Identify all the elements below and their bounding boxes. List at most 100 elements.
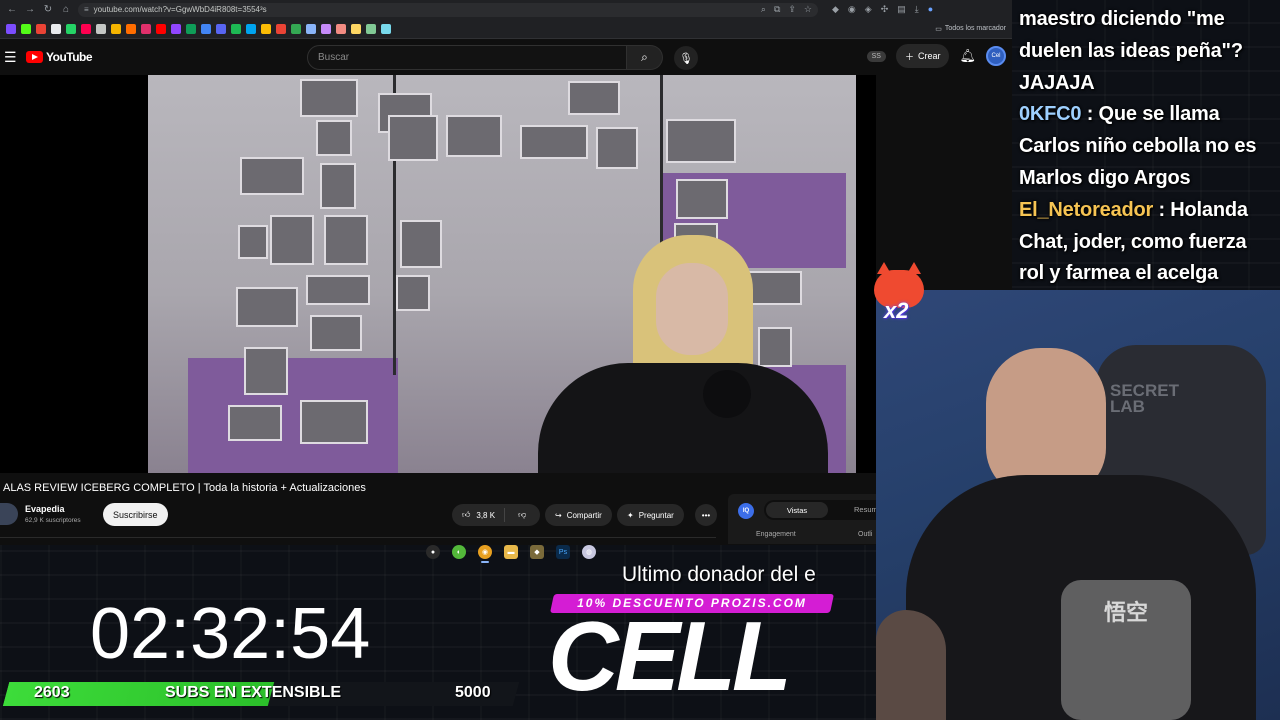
install-icon[interactable]: ⧉	[774, 4, 780, 15]
analytics-logo[interactable]: IQ	[738, 503, 754, 519]
url-text[interactable]: youtube.com/watch?v=GgwWbD4iR808t=3554³s	[94, 5, 267, 14]
hamburger-menu-icon[interactable]: ☰	[4, 49, 20, 66]
zoom-icon[interactable]: ⌕	[761, 4, 766, 15]
reload-icon[interactable]: ↻	[42, 4, 54, 15]
bookmark-icon[interactable]	[381, 23, 391, 34]
bookmark-icon[interactable]	[201, 23, 211, 34]
chat-username: 0KFC0	[1019, 103, 1082, 126]
ss-badge[interactable]: SS	[866, 50, 886, 62]
bookmark-icon[interactable]	[186, 23, 196, 34]
share-button[interactable]: ↪ Compartir	[545, 504, 612, 526]
forward-icon[interactable]: →	[24, 4, 36, 15]
last-donor-name: CELL	[548, 601, 792, 711]
bookmark-icon[interactable]	[336, 23, 346, 34]
host-microphone	[703, 370, 751, 418]
create-button[interactable]: ＋ Crear	[895, 44, 950, 68]
bookmark-icon[interactable]	[231, 23, 241, 34]
more-actions-button[interactable]: •••	[695, 504, 717, 526]
chat-message: maestro diciendo "me duelen las ideas pe…	[1019, 4, 1274, 99]
bookmark-icon[interactable]	[96, 23, 106, 34]
account-avatar[interactable]: Cel	[986, 46, 1006, 66]
multiplier-text: x2	[884, 298, 909, 323]
bookmark-icon[interactable]	[216, 23, 226, 34]
like-button[interactable]: 👍︎ 3,8 K	[452, 508, 506, 522]
wall-photo	[300, 400, 368, 444]
bookmark-icon[interactable]	[36, 23, 46, 34]
sparkle-icon: ✦	[627, 510, 634, 520]
wall-photo	[244, 347, 288, 395]
voice-search-button[interactable]: 🎙	[674, 46, 698, 70]
home-icon[interactable]: ⌂	[60, 4, 72, 15]
bookmark-icon[interactable]	[171, 23, 181, 34]
subscribe-button[interactable]: Suscribirse	[103, 503, 168, 526]
download-icon[interactable]: ⤓	[915, 4, 919, 15]
share-page-icon[interactable]: ⇪	[788, 4, 796, 15]
streamer-webcam: SECRET LAB 悟空	[876, 290, 1280, 720]
bookmark-icon[interactable]	[261, 23, 271, 34]
bookmark-icon[interactable]	[126, 23, 136, 34]
outline-label: Outli	[858, 531, 873, 538]
channel-avatar[interactable]	[0, 503, 18, 525]
taskbar: ● ◐ ◉ ▬ ◆ Ps ◍	[420, 542, 610, 563]
subs-goal-label: SUBS EN EXTENSIBLE	[165, 684, 342, 701]
tab-resumen[interactable]: Resum	[854, 505, 876, 514]
extension-icon-2[interactable]: ◉	[848, 4, 856, 15]
stream-scene: ← → ↻ ⌂ ≡ youtube.com/watch?v=GgwWbD4iR8…	[0, 0, 1280, 720]
wall-photo	[236, 287, 298, 327]
wall-photo	[400, 220, 442, 268]
bookmark-icon[interactable]	[66, 23, 76, 34]
taskbar-photoshop-icon[interactable]: Ps	[556, 545, 570, 559]
bookmark-star-icon[interactable]: ☆	[804, 4, 812, 15]
url-bar[interactable]: ≡ youtube.com/watch?v=GgwWbD4iR808t=3554…	[78, 2, 818, 17]
bookmark-icon[interactable]	[156, 23, 166, 34]
youtube-play-icon	[26, 51, 43, 63]
host-face	[656, 263, 728, 355]
bookmark-icon[interactable]	[141, 23, 151, 34]
bookmark-icon[interactable]	[111, 23, 121, 34]
divider	[0, 537, 716, 538]
host-shirt	[538, 363, 828, 473]
extension-icon-3[interactable]: ◈	[865, 4, 872, 15]
channel-row: Evapedia 62,9 K suscriptores Suscribirse…	[0, 500, 720, 530]
bookmark-icon[interactable]	[321, 23, 331, 34]
search-button[interactable]: ⌕	[627, 45, 663, 70]
bookmark-icon[interactable]	[366, 23, 376, 34]
taskbar-chrome-icon[interactable]: ◉	[478, 545, 492, 563]
address-bar-row: ← → ↻ ⌂ ≡ youtube.com/watch?v=GgwWbD4iR8…	[0, 0, 1012, 19]
profile-icon[interactable]: ●	[928, 4, 933, 15]
channel-name[interactable]: Evapedia	[25, 504, 65, 514]
extension-icon-1[interactable]: ◆	[832, 4, 839, 15]
search-input[interactable]	[307, 45, 627, 70]
all-bookmarks-folder[interactable]: ▭ Todos los marcador	[935, 25, 1006, 33]
bookmark-icon[interactable]	[246, 23, 256, 34]
youtube-logo[interactable]: YouTube	[26, 50, 93, 64]
dislike-button[interactable]: 👎︎	[510, 510, 534, 520]
wall-photo	[238, 225, 268, 259]
extensions-puzzle-icon[interactable]: ✣	[881, 4, 889, 15]
bookmark-icon[interactable]	[291, 23, 301, 34]
stream-timer: 02:32:54	[90, 594, 371, 674]
bookmark-icon[interactable]	[276, 23, 286, 34]
bookmark-icon[interactable]	[306, 23, 316, 34]
subs-current: 2603	[34, 684, 70, 701]
search-icon: ⌕	[641, 50, 648, 64]
chat-message: 0KFC0 : Que se llama Carlos niño cebolla…	[1019, 99, 1274, 194]
taskbar-folder-icon[interactable]: ▬	[504, 545, 518, 559]
bookmark-icon[interactable]	[81, 23, 91, 34]
site-info-icon[interactable]: ≡	[84, 5, 89, 14]
bookmark-icon[interactable]	[51, 23, 61, 34]
tab-search-icon[interactable]: ▤	[897, 4, 906, 15]
taskbar-game-icon[interactable]: ◆	[530, 545, 544, 559]
taskbar-app-icon[interactable]: ◐	[452, 545, 466, 559]
notifications-bell-icon[interactable]: 🔔︎	[959, 48, 976, 64]
bookmark-icon[interactable]	[351, 23, 361, 34]
bookmark-icon[interactable]	[21, 23, 31, 34]
back-icon[interactable]: ←	[6, 4, 18, 15]
ask-button[interactable]: ✦ Preguntar	[617, 504, 684, 526]
chair-logo: SECRET LAB	[1110, 381, 1179, 416]
taskbar-app-icon[interactable]: ◍	[582, 545, 596, 559]
video-frame[interactable]	[148, 75, 856, 473]
taskbar-obs-icon[interactable]: ●	[426, 545, 440, 559]
bookmark-icon[interactable]	[6, 23, 16, 34]
tab-vistas[interactable]: Vistas	[766, 502, 828, 518]
